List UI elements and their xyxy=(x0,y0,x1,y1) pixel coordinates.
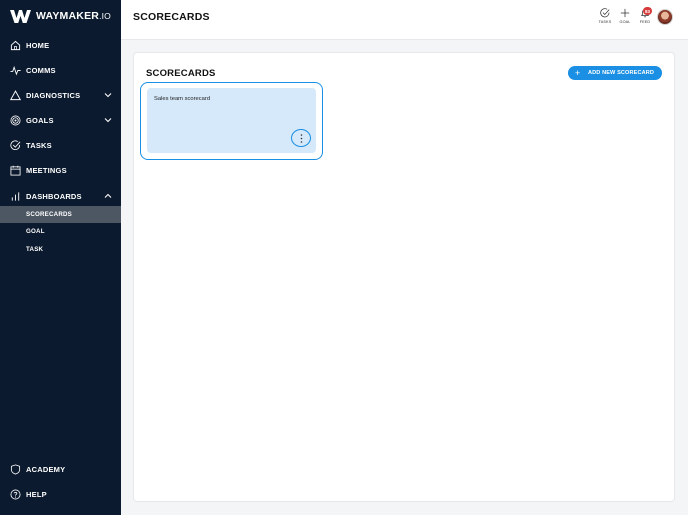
scorecard-card-title: Sales team scorecard xyxy=(154,96,211,102)
header-action-label: FEED xyxy=(639,20,651,24)
header-action-label: TASKS xyxy=(598,20,612,24)
sidebar-subitem-label: TASK xyxy=(26,246,44,253)
sidebar-item-label: DIAGNOSTICS xyxy=(26,90,81,100)
warning-triangle-icon xyxy=(10,89,21,101)
shield-icon xyxy=(10,463,21,475)
sidebar-item-tasks[interactable]: TASKS xyxy=(0,136,121,154)
add-button-label: ADD NEW SCORECARD xyxy=(588,70,655,76)
sidebar-item-help[interactable]: HELP xyxy=(0,485,121,503)
plus-icon: + xyxy=(575,68,581,78)
header-tasks-button[interactable]: TASKS xyxy=(595,8,615,28)
sidebar: WAYMAKER.IO HOME COMMS DIAGNOSTICS GOALS xyxy=(0,0,121,515)
user-avatar[interactable] xyxy=(657,9,673,25)
sidebar-subitem-label: SCORECARDS xyxy=(26,211,73,218)
sidebar-item-comms[interactable]: COMMS xyxy=(0,61,121,79)
sidebar-item-label: COMMS xyxy=(26,65,56,75)
brand-suffix: .IO xyxy=(99,11,111,21)
sidebar-subitem-label: GOAL xyxy=(26,228,45,235)
sidebar-item-label: HOME xyxy=(26,40,50,50)
page-title: SCORECARDS xyxy=(133,11,210,23)
sidebar-item-label: DASHBOARDS xyxy=(26,191,82,201)
plus-icon xyxy=(620,8,630,18)
calendar-icon xyxy=(10,165,21,176)
section-title: SCORECARDS xyxy=(146,68,216,79)
feed-count-badge: 83 xyxy=(643,7,652,15)
bar-chart-icon xyxy=(10,191,21,202)
sidebar-subitem-scorecards[interactable]: SCORECARDS xyxy=(0,206,121,223)
add-new-scorecard-button[interactable]: + ADD NEW SCORECARD xyxy=(568,66,662,80)
brand-name: WAYMAKER xyxy=(36,10,100,22)
brand-logo[interactable]: WAYMAKER.IO xyxy=(10,9,111,23)
sidebar-item-home[interactable]: HOME xyxy=(0,36,121,54)
header-action-label: GOAL xyxy=(619,20,631,24)
target-icon xyxy=(10,115,21,126)
check-circle-icon xyxy=(10,139,21,151)
waymaker-logo-icon xyxy=(10,9,31,23)
sidebar-item-label: TASKS xyxy=(26,140,52,150)
sidebar-subitem-goal[interactable]: GOAL xyxy=(0,223,121,240)
pulse-icon xyxy=(10,65,21,76)
chevron-down-icon[interactable] xyxy=(104,116,112,124)
header-goal-button[interactable]: GOAL xyxy=(615,8,635,28)
sidebar-item-meetings[interactable]: MEETINGS xyxy=(0,161,121,179)
check-circle-icon xyxy=(600,8,610,18)
sidebar-item-diagnostics[interactable]: DIAGNOSTICS xyxy=(0,86,121,104)
sidebar-subitem-task[interactable]: TASK xyxy=(0,241,121,258)
sidebar-item-label: HELP xyxy=(26,489,47,499)
help-circle-icon xyxy=(10,489,21,500)
sidebar-item-label: MEETINGS xyxy=(26,165,67,175)
home-icon xyxy=(10,40,21,51)
sidebar-item-academy[interactable]: ACADEMY xyxy=(0,460,121,478)
sidebar-item-goals[interactable]: GOALS xyxy=(0,111,121,129)
sidebar-item-label: GOALS xyxy=(26,115,54,125)
more-vertical-icon xyxy=(300,133,302,143)
sidebar-item-label: ACADEMY xyxy=(26,464,66,474)
scorecard-menu-button[interactable] xyxy=(291,129,311,147)
chevron-up-icon[interactable] xyxy=(104,192,112,200)
chevron-down-icon[interactable] xyxy=(104,91,112,99)
sidebar-item-dashboards[interactable]: DASHBOARDS xyxy=(0,187,121,205)
